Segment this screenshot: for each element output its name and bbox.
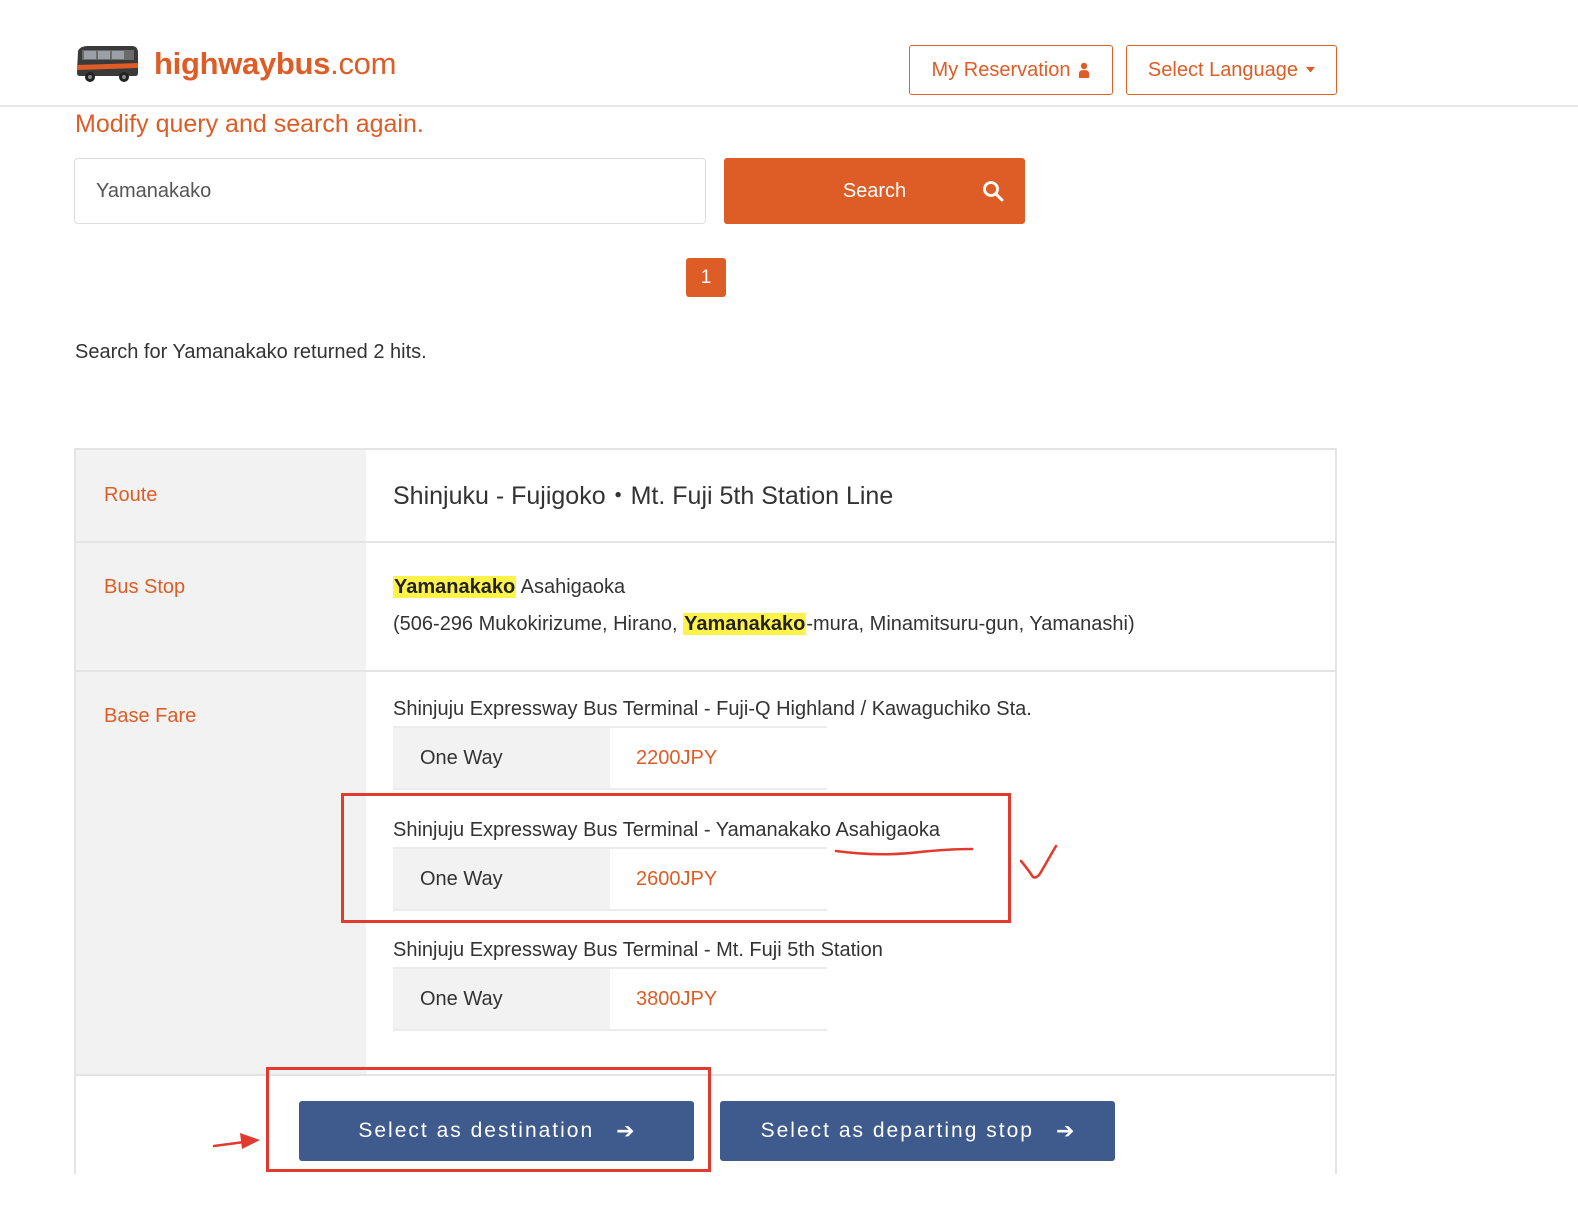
- annotation-highlight-box: [266, 1067, 711, 1172]
- site-logo[interactable]: highwaybus.com: [74, 40, 396, 88]
- search-icon: [983, 181, 1004, 202]
- my-reservation-label: My Reservation: [931, 58, 1071, 81]
- bus-stop-name: Yamanakako Asahigaoka: [393, 576, 626, 598]
- row-divider: [76, 670, 1337, 672]
- logo-text: highwaybus.com: [154, 46, 397, 81]
- fare-type: One Way: [393, 969, 610, 1029]
- arrow-right-icon: ➔: [1055, 1118, 1075, 1143]
- bus-stop-address: (506-296 Mukokirizume, Hirano, Yamanakak…: [393, 613, 1135, 635]
- bus-stop-label: Bus Stop: [104, 576, 186, 598]
- fare-type: One Way: [393, 728, 610, 788]
- search-term-highlight: Yamanakako: [393, 576, 517, 598]
- search-result-summary: Search for Yamanakako returned 2 hits.: [75, 341, 427, 363]
- fare-price: 2200JPY: [636, 746, 718, 769]
- top-navbar: highwaybus.com My Reservation Select Lan…: [0, 0, 1578, 107]
- search-button[interactable]: Search: [724, 158, 1025, 224]
- fare-row: One Way 3800JPY: [393, 967, 827, 1031]
- select-language-label: Select Language: [1147, 58, 1299, 81]
- search-term-highlight: Yamanakako: [683, 613, 807, 635]
- fare-section-name: Shinjuju Expressway Bus Terminal - Fuji-…: [393, 698, 1032, 720]
- my-reservation-button[interactable]: My Reservation: [909, 45, 1113, 95]
- select-language-dropdown[interactable]: Select Language: [1126, 45, 1337, 95]
- search-input[interactable]: [74, 158, 706, 224]
- select-as-departing-stop-label: Select as departing stop: [760, 1119, 1034, 1142]
- modify-query-heading: Modify query and search again.: [75, 110, 424, 138]
- fare-row: One Way 2200JPY: [393, 726, 827, 790]
- pagination-page-1[interactable]: 1: [686, 258, 726, 297]
- fare-section-name: Shinjuju Expressway Bus Terminal - Mt. F…: [393, 939, 883, 961]
- fare-price: 3800JPY: [636, 987, 718, 1010]
- select-as-departing-stop-button[interactable]: Select as departing stop ➔: [720, 1101, 1115, 1161]
- caret-down-icon: [1306, 67, 1316, 73]
- annotation-highlight-box: [341, 793, 1011, 923]
- route-name: Shinjuku - Fujigoko・Mt. Fuji 5th Station…: [393, 482, 894, 510]
- row-divider: [76, 541, 1337, 543]
- bus-logo-icon: [77, 46, 138, 82]
- base-fare-label: Base Fare: [104, 705, 197, 727]
- route-label: Route: [104, 484, 158, 506]
- user-icon: [1079, 62, 1090, 78]
- label-column: [76, 450, 366, 1074]
- search-button-label: Search: [842, 179, 907, 202]
